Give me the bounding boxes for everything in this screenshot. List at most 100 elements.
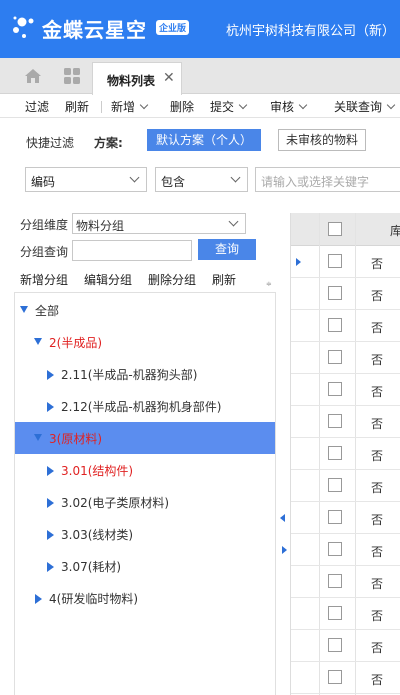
caret-right-icon[interactable] [35, 594, 42, 604]
caret-right-icon[interactable] [47, 530, 54, 540]
filter-operator-select[interactable]: 包含 [155, 167, 248, 192]
unaudited-materials-button[interactable]: 未审核的物料 [278, 129, 366, 151]
table-row[interactable]: 否 [291, 342, 400, 374]
keyword-placeholder: 请输入或选择关键字 [261, 175, 370, 189]
group-query-input[interactable] [72, 240, 192, 261]
home-icon[interactable] [24, 68, 42, 84]
tree-node-label: 3.01(结构件) [61, 464, 134, 478]
company-name[interactable]: 杭州宇树科技有限公司（新） [226, 20, 395, 39]
chevron-down-icon [129, 172, 140, 183]
table-row[interactable]: 否 [291, 534, 400, 566]
table-row[interactable]: 否 [291, 662, 400, 694]
audit-button[interactable]: 审核 [270, 98, 308, 115]
table-row[interactable]: 否 [291, 470, 400, 502]
tree-node-label: 3.02(电子类原材料) [61, 496, 170, 510]
chevron-down-icon [139, 100, 149, 110]
collapse-right-icon[interactable] [282, 546, 287, 554]
row-value: 否 [371, 353, 384, 367]
row-value: 否 [371, 321, 384, 335]
row-value: 否 [371, 449, 384, 463]
row-value: 否 [371, 481, 384, 495]
row-checkbox[interactable] [328, 254, 342, 268]
row-checkbox[interactable] [328, 574, 342, 588]
caret-right-icon[interactable] [47, 402, 54, 412]
tree-node[interactable]: 3.03(线材类) [15, 518, 275, 550]
filter-field-select[interactable]: 编码 [25, 167, 147, 192]
table-row[interactable]: 否 [291, 502, 400, 534]
caret-down-icon[interactable] [34, 338, 42, 345]
tree-node[interactable]: 3.02(电子类原材料) [15, 486, 275, 518]
caret-right-icon[interactable] [47, 498, 54, 508]
apps-grid-icon[interactable] [64, 68, 80, 84]
edition-badge: 企业版 [156, 20, 190, 35]
caret-right-icon[interactable] [47, 370, 54, 380]
filter-field-value: 编码 [31, 175, 56, 189]
related-query-button[interactable]: 关联查询 [334, 98, 396, 115]
tree-node[interactable]: 2.11(半成品-机器狗头部) [15, 358, 275, 390]
row-checkbox[interactable] [328, 382, 342, 396]
table-row[interactable]: 否 [291, 374, 400, 406]
table-row[interactable]: 否 [291, 278, 400, 310]
quick-filter-label: 快捷过滤 [26, 136, 75, 150]
row-checkbox[interactable] [328, 350, 342, 364]
table-row[interactable]: 否 [291, 630, 400, 662]
tree-node[interactable]: 2(半成品) [15, 326, 275, 358]
refresh-button[interactable]: 刷新 [65, 98, 89, 115]
refresh-group-button[interactable]: 刷新 [212, 271, 236, 288]
row-checkbox[interactable] [328, 638, 342, 652]
group-query-label: 分组查询 [20, 245, 69, 259]
default-scheme-button[interactable]: 默认方案（个人） [147, 129, 261, 151]
row-checkbox[interactable] [328, 414, 342, 428]
filter-button[interactable]: 过滤 [25, 98, 49, 115]
submit-button[interactable]: 提交 [210, 98, 248, 115]
tab-strip: 物料列表 ✕ [0, 58, 400, 95]
table-row[interactable]: 否 [291, 246, 400, 278]
row-value: 否 [371, 609, 384, 623]
group-query-button[interactable]: 查询 [198, 239, 256, 260]
tree-node[interactable]: 3.07(耗材) [15, 550, 275, 582]
main-toolbar: 过滤 刷新 新增 删除 提交 审核 关联查询 [0, 94, 400, 118]
tree-node[interactable]: 全部 [15, 294, 275, 326]
table-row[interactable]: 否 [291, 598, 400, 630]
column-header[interactable]: 库 [390, 222, 400, 239]
table-row[interactable]: 否 [291, 310, 400, 342]
material-group-tree: 全部 2(半成品) 2.11(半成品-机器狗头部) 2.12(半成品-机器狗机身部件)… [14, 292, 276, 695]
caret-down-icon[interactable] [20, 306, 28, 313]
row-checkbox[interactable] [328, 478, 342, 492]
row-value: 否 [371, 673, 384, 687]
tab-material-list[interactable]: 物料列表 ✕ [92, 62, 182, 95]
row-checkbox[interactable] [328, 446, 342, 460]
row-checkbox[interactable] [328, 510, 342, 524]
tree-node[interactable]: 3(原材料) [15, 422, 275, 454]
caret-down-icon[interactable] [34, 434, 42, 441]
caret-right-icon[interactable] [47, 562, 54, 572]
table-row[interactable]: 否 [291, 566, 400, 598]
caret-right-icon[interactable] [47, 466, 54, 476]
row-checkbox[interactable] [328, 606, 342, 620]
collapse-left-icon[interactable] [280, 514, 285, 522]
table-row[interactable]: 否 [291, 438, 400, 470]
row-value: 否 [371, 257, 384, 271]
add-group-button[interactable]: 新增分组 [20, 271, 68, 288]
delete-button[interactable]: 删除 [170, 98, 194, 115]
row-checkbox[interactable] [328, 670, 342, 684]
keyword-input[interactable]: 请输入或选择关键字 [255, 167, 400, 192]
tree-node-label: 3.03(线材类) [61, 528, 134, 542]
select-all-checkbox[interactable] [328, 222, 342, 236]
tree-node[interactable]: 2.12(半成品-机器狗机身部件) [15, 390, 275, 422]
close-icon[interactable]: ✕ [163, 70, 175, 86]
tree-node[interactable]: 3.01(结构件) [15, 454, 275, 486]
row-checkbox[interactable] [328, 286, 342, 300]
tree-node[interactable]: 4(研发临时物料) [15, 582, 275, 614]
group-dimension-select[interactable]: 物料分组 [72, 213, 246, 234]
add-button[interactable]: 新增 [111, 98, 149, 115]
more-options-icon[interactable]: ≑ [266, 280, 272, 288]
row-value: 否 [371, 577, 384, 591]
delete-group-button[interactable]: 删除分组 [148, 271, 196, 288]
row-checkbox[interactable] [328, 542, 342, 556]
add-label: 新增 [111, 100, 136, 114]
row-value: 否 [371, 417, 384, 431]
row-checkbox[interactable] [328, 318, 342, 332]
edit-group-button[interactable]: 编辑分组 [84, 271, 132, 288]
table-row[interactable]: 否 [291, 406, 400, 438]
